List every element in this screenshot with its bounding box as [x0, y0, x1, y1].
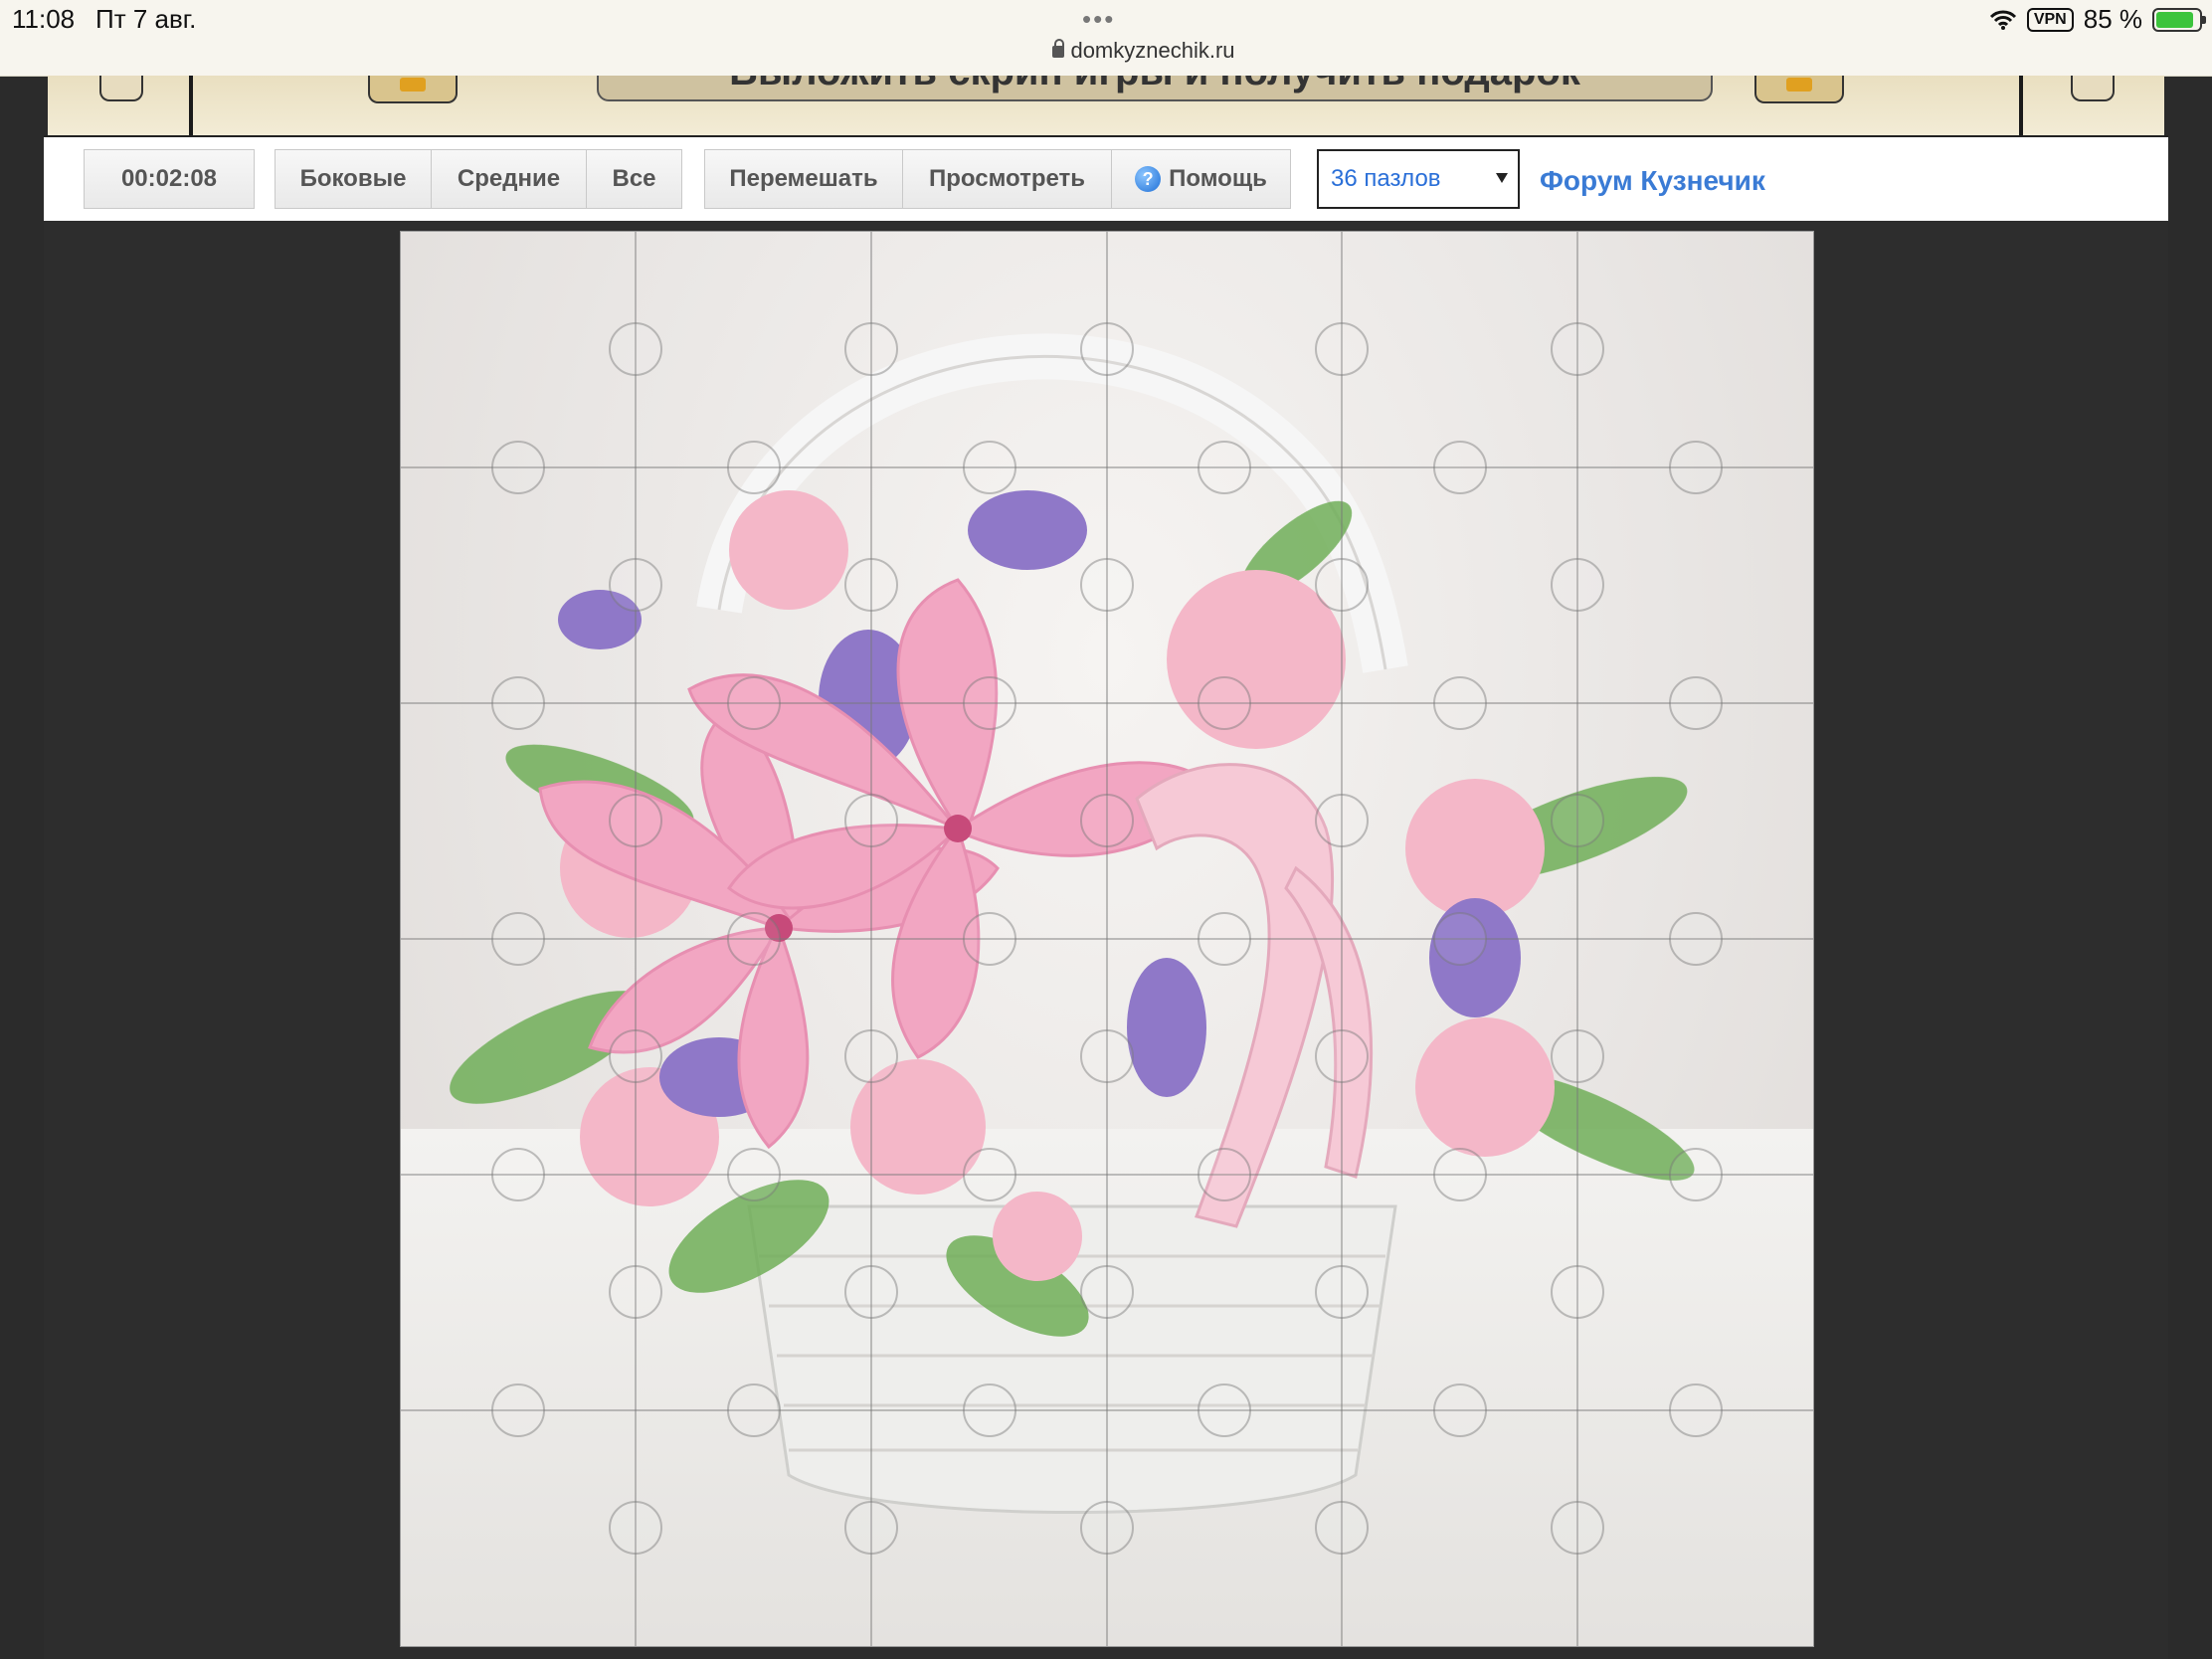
action-button-group: Перемешать Просмотреть ? Помощь: [704, 149, 1291, 209]
banner-promo-button[interactable]: Выложить скрин игры и получить подарок: [597, 76, 1713, 101]
preview-button[interactable]: Просмотреть: [902, 149, 1111, 209]
vpn-badge: VPN: [2026, 7, 2074, 32]
filter-button-group: Боковые Средние Все: [275, 149, 682, 209]
top-banner: Выложить скрин игры и получить подарок: [48, 76, 2164, 135]
banner-knob-right: [2071, 76, 2115, 101]
help-label: Помощь: [1169, 165, 1267, 192]
shuffle-button[interactable]: Перемешать: [705, 149, 902, 209]
help-button[interactable]: ? Помощь: [1111, 149, 1290, 209]
crown-icon-right: [1754, 76, 1844, 103]
dropdown-arrow-icon: [1496, 173, 1508, 183]
battery-percent: 85 %: [2083, 4, 2142, 34]
banner-divider-right: [2019, 76, 2023, 135]
puzzle-grid: [401, 232, 1813, 1646]
wifi-icon: [1989, 10, 2016, 30]
status-bar: 11:08 Пт 7 авг. ••• domkyznechik.ru VPN …: [0, 0, 2212, 77]
middle-pieces-button[interactable]: Средние: [431, 149, 586, 209]
banner-knob-left: [99, 76, 143, 101]
battery-icon: [2152, 7, 2206, 32]
status-time: 11:08: [12, 4, 76, 34]
edge-pieces-button[interactable]: Боковые: [276, 149, 431, 209]
help-icon: ?: [1135, 166, 1162, 192]
status-date: Пт 7 авг.: [95, 4, 197, 34]
status-right-group: VPN 85 %: [1989, 4, 2206, 35]
more-dots-icon[interactable]: •••: [1082, 4, 1115, 35]
pieces-count-value: 36 пазлов: [1331, 165, 1441, 192]
url-text: domkyznechik.ru: [1070, 38, 1235, 63]
forum-link[interactable]: Форум Кузнечик: [1540, 165, 1765, 197]
puzzle-toolbar: 00:02:08 Боковые Средние Все Перемешать …: [44, 135, 2168, 223]
crown-icon-left: [368, 76, 458, 103]
lock-icon: [1052, 39, 1065, 59]
all-pieces-button[interactable]: Все: [586, 149, 681, 209]
banner-promo-text: Выложить скрин игры и получить подарок: [729, 76, 1580, 93]
puzzle-board[interactable]: [400, 231, 1814, 1647]
pieces-count-select[interactable]: 36 пазлов: [1317, 149, 1520, 209]
timer-display: 00:02:08: [84, 149, 255, 209]
address-bar[interactable]: domkyznechik.ru: [995, 38, 1293, 64]
banner-divider-left: [189, 76, 193, 135]
